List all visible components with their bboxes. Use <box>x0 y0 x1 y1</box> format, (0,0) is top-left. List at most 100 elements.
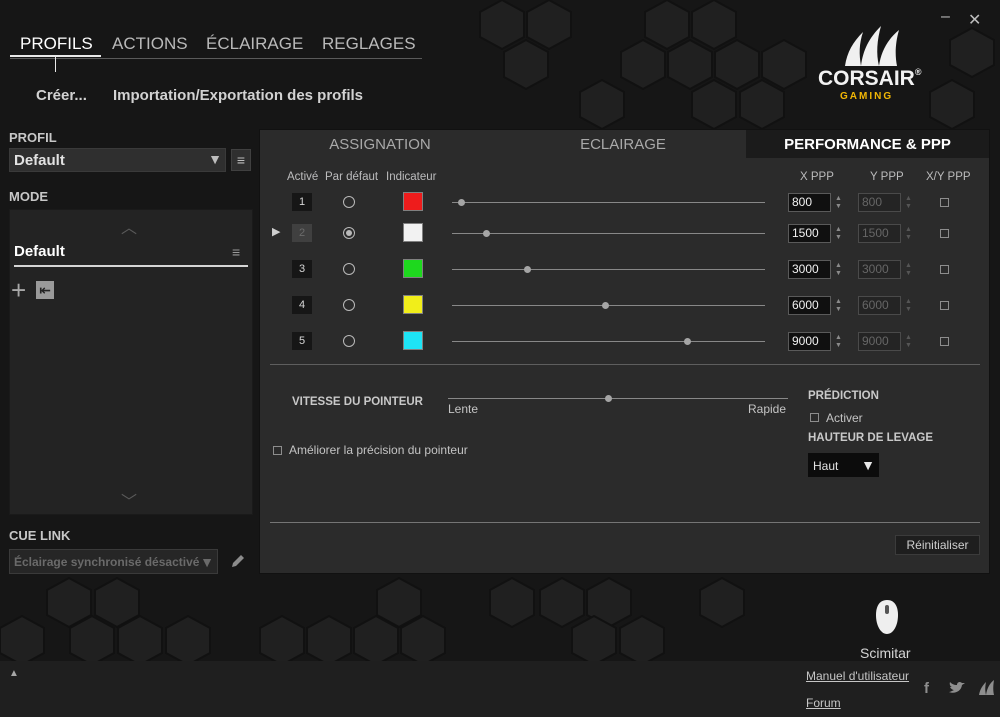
prediction-checkbox[interactable] <box>810 413 819 422</box>
tab-eclairage[interactable]: ÉCLAIRAGE <box>206 34 303 54</box>
dpi-slider-knob[interactable] <box>458 199 465 206</box>
mode-menu-button[interactable]: ≡ <box>232 244 240 260</box>
default-radio[interactable] <box>343 196 355 208</box>
indicator-color-swatch[interactable] <box>403 223 423 242</box>
pointer-speed-label: VITESSE DU POINTEUR <box>292 396 423 408</box>
tab-performance-ppp[interactable]: PERFORMANCE & PPP <box>746 130 989 158</box>
chevron-down-icon: ▼ <box>200 554 214 570</box>
logo-subtitle: GAMING <box>840 91 894 102</box>
default-radio[interactable] <box>343 227 355 239</box>
tab-profils[interactable]: PROFILS <box>20 34 93 54</box>
enhance-precision-checkbox[interactable] <box>273 446 282 455</box>
prediction-title: PRÉDICTION <box>808 390 879 402</box>
close-button[interactable]: ✕ <box>968 10 981 30</box>
corsair-sails-icon[interactable] <box>977 679 997 695</box>
dpi-slider-knob[interactable] <box>483 230 490 237</box>
x-dpi-spin-up[interactable]: ▲ <box>835 298 842 305</box>
pointer-speed-knob[interactable] <box>605 395 612 402</box>
lift-height-value: Haut <box>813 459 839 473</box>
tab-panel-eclairage[interactable]: ECLAIRAGE <box>500 130 746 158</box>
tab-actions[interactable]: ACTIONS <box>112 34 188 54</box>
x-dpi-input[interactable]: 9000 <box>788 332 831 351</box>
xy-dpi-checkbox[interactable] <box>940 229 949 238</box>
dpi-slider-track[interactable] <box>452 341 765 342</box>
facebook-icon[interactable]: f <box>924 680 929 697</box>
profile-dropdown[interactable]: Default ▼ <box>9 148 226 172</box>
xy-dpi-checkbox[interactable] <box>940 198 949 207</box>
pointer-speed-fast: Rapide <box>748 402 787 416</box>
dpi-level-number[interactable]: 5 <box>292 332 312 350</box>
dpi-slider-track[interactable] <box>452 202 765 203</box>
dpi-level-number[interactable]: 4 <box>292 296 312 314</box>
header-y-ppp: Y PPP <box>870 171 904 183</box>
active-tab-connector <box>55 57 56 72</box>
x-dpi-spin-down[interactable]: ▼ <box>835 234 842 241</box>
import-export-link[interactable]: Importation/Exportation des profils <box>113 87 363 104</box>
scroll-up-icon[interactable]: ︿ <box>121 214 137 238</box>
corsair-logo-icon <box>845 26 899 66</box>
x-dpi-spin-down[interactable]: ▼ <box>835 342 842 349</box>
header-indicator: Indicateur <box>386 171 437 183</box>
forum-link[interactable]: Forum <box>806 696 841 710</box>
header-x-ppp: X PPP <box>800 171 834 183</box>
minimize-button[interactable]: – <box>941 8 950 26</box>
dpi-slider-knob[interactable] <box>524 266 531 273</box>
header-xy-ppp: X/Y PPP <box>926 171 971 183</box>
x-dpi-input[interactable]: 1500 <box>788 224 831 243</box>
xy-dpi-checkbox[interactable] <box>940 265 949 274</box>
default-radio[interactable] <box>343 299 355 311</box>
x-dpi-input[interactable]: 3000 <box>788 260 831 279</box>
scroll-down-icon[interactable]: ﹀ <box>121 488 137 512</box>
pencil-icon[interactable] <box>229 552 247 570</box>
default-radio[interactable] <box>343 263 355 275</box>
x-dpi-input[interactable]: 6000 <box>788 296 831 315</box>
mouse-icon[interactable] <box>874 599 900 635</box>
pointer-speed-track[interactable] <box>448 398 788 399</box>
xy-dpi-checkbox[interactable] <box>940 337 949 346</box>
y-dpi-spin-up: ▲ <box>905 334 912 341</box>
add-mode-icon[interactable]: + <box>11 277 26 303</box>
lift-height-dropdown[interactable]: Haut ▼ <box>808 453 879 477</box>
reset-button[interactable]: Réinitialiser <box>895 535 980 555</box>
prediction-activate-label: Activer <box>826 411 863 425</box>
user-manual-link[interactable]: Manuel d'utilisateur <box>806 669 909 683</box>
create-profile-link[interactable]: Créer... <box>36 87 87 104</box>
twitter-icon[interactable] <box>948 681 966 695</box>
assign-mode-icon[interactable]: ⇤ <box>36 281 54 299</box>
cue-link-dropdown[interactable]: Éclairage synchronisé désactivé ▼ <box>9 549 218 574</box>
mode-item-default[interactable]: Default <box>14 243 65 260</box>
expand-panel-icon[interactable]: ▲ <box>9 668 19 679</box>
dpi-slider-track[interactable] <box>452 233 765 234</box>
dpi-level-number[interactable]: 2 <box>292 224 312 242</box>
divider <box>270 364 980 365</box>
y-dpi-input: 1500 <box>858 224 901 243</box>
profile-menu-button[interactable]: ≡ <box>231 149 251 171</box>
x-dpi-spin-up[interactable]: ▲ <box>835 226 842 233</box>
x-dpi-spin-up[interactable]: ▲ <box>835 334 842 341</box>
y-dpi-spin-down: ▼ <box>905 270 912 277</box>
y-dpi-input: 9000 <box>858 332 901 351</box>
device-name[interactable]: Scimitar <box>860 645 911 661</box>
tab-reglages[interactable]: REGLAGES <box>322 34 416 54</box>
x-dpi-input[interactable]: 800 <box>788 193 831 212</box>
indicator-color-swatch[interactable] <box>403 295 423 314</box>
indicator-color-swatch[interactable] <box>403 259 423 278</box>
x-dpi-spin-down[interactable]: ▼ <box>835 270 842 277</box>
y-dpi-spin-up: ▲ <box>905 195 912 202</box>
x-dpi-spin-down[interactable]: ▼ <box>835 203 842 210</box>
y-dpi-spin-up: ▲ <box>905 298 912 305</box>
x-dpi-spin-up[interactable]: ▲ <box>835 262 842 269</box>
dpi-level-number[interactable]: 1 <box>292 193 312 211</box>
dpi-slider-knob[interactable] <box>684 338 691 345</box>
mode-label: MODE <box>9 189 48 204</box>
indicator-color-swatch[interactable] <box>403 331 423 350</box>
xy-dpi-checkbox[interactable] <box>940 301 949 310</box>
dpi-slider-knob[interactable] <box>602 302 609 309</box>
x-dpi-spin-up[interactable]: ▲ <box>835 195 842 202</box>
default-radio[interactable] <box>343 335 355 347</box>
dpi-level-number[interactable]: 3 <box>292 260 312 278</box>
dpi-slider-track[interactable] <box>452 269 765 270</box>
tab-assignation[interactable]: ASSIGNATION <box>260 130 500 158</box>
indicator-color-swatch[interactable] <box>403 192 423 211</box>
x-dpi-spin-down[interactable]: ▼ <box>835 306 842 313</box>
